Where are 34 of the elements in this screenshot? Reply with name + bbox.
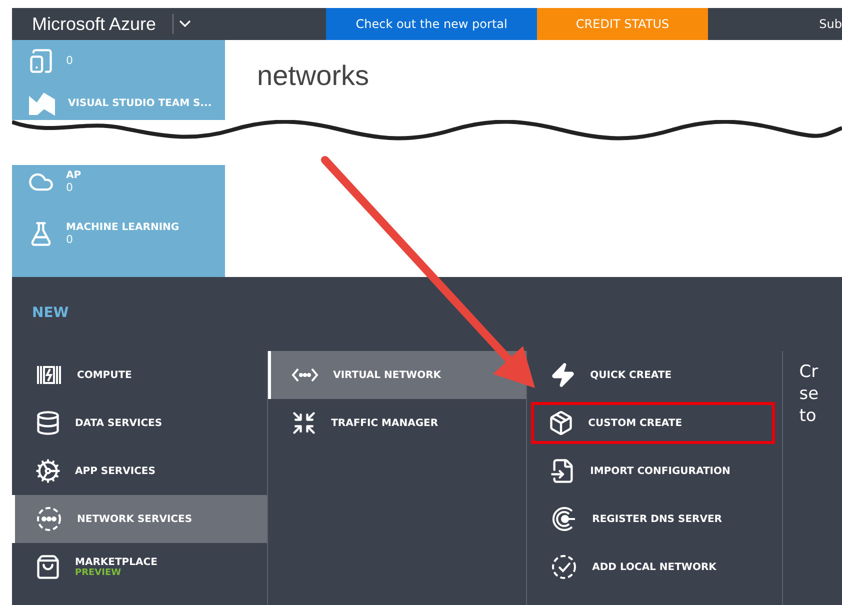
flask-icon <box>28 221 54 247</box>
tile-count: 0 <box>66 181 74 194</box>
arrows-inward-icon <box>291 410 318 436</box>
description-text: Cr <box>798 361 820 383</box>
preview-label: PREVIEW <box>75 568 122 578</box>
category-item[interactable]: APP SERVICES <box>12 447 268 495</box>
category-item[interactable]: DATA SERVICES <box>12 399 268 447</box>
ribbon-logo-icon <box>28 90 56 118</box>
dashed-check-icon <box>550 553 578 581</box>
action-item[interactable]: QUICK CREATE <box>527 351 782 399</box>
category-item[interactable]: NETWORK SERVICES <box>12 495 268 543</box>
action-item[interactable]: IMPORT CONFIGURATION <box>527 447 782 495</box>
box-icon <box>548 410 574 436</box>
service-item[interactable]: VIRTUAL NETWORK <box>268 351 526 399</box>
brand-name: Microsoft Azure <box>31 12 158 36</box>
shopping-bag-icon <box>35 554 61 580</box>
lightning-icon <box>550 362 576 388</box>
tablet-icon <box>28 48 54 74</box>
description-text: to <box>798 405 818 427</box>
description-text: se <box>798 383 820 405</box>
subscriptions-link[interactable]: Sub <box>819 8 842 40</box>
tile-count: 0 <box>66 233 74 246</box>
service-item[interactable]: TRAFFIC MANAGER <box>268 399 526 447</box>
tile-count: 0 <box>66 54 73 67</box>
action-item[interactable]: REGISTER DNS SERVER <box>527 495 782 543</box>
new-portal-link[interactable]: Check out the new portal <box>326 8 538 40</box>
category-item[interactable]: MARKETPLACE PREVIEW <box>12 543 268 591</box>
page-title: networks <box>257 60 370 93</box>
panel-title: NEW <box>32 305 70 323</box>
action-item[interactable]: CUSTOM CREATE <box>531 402 776 444</box>
action-item[interactable]: ADD LOCAL NETWORK <box>527 543 782 591</box>
category-item[interactable]: COMPUTE <box>12 351 268 399</box>
database-icon <box>35 410 61 436</box>
dotted-circle-icon <box>35 505 63 533</box>
